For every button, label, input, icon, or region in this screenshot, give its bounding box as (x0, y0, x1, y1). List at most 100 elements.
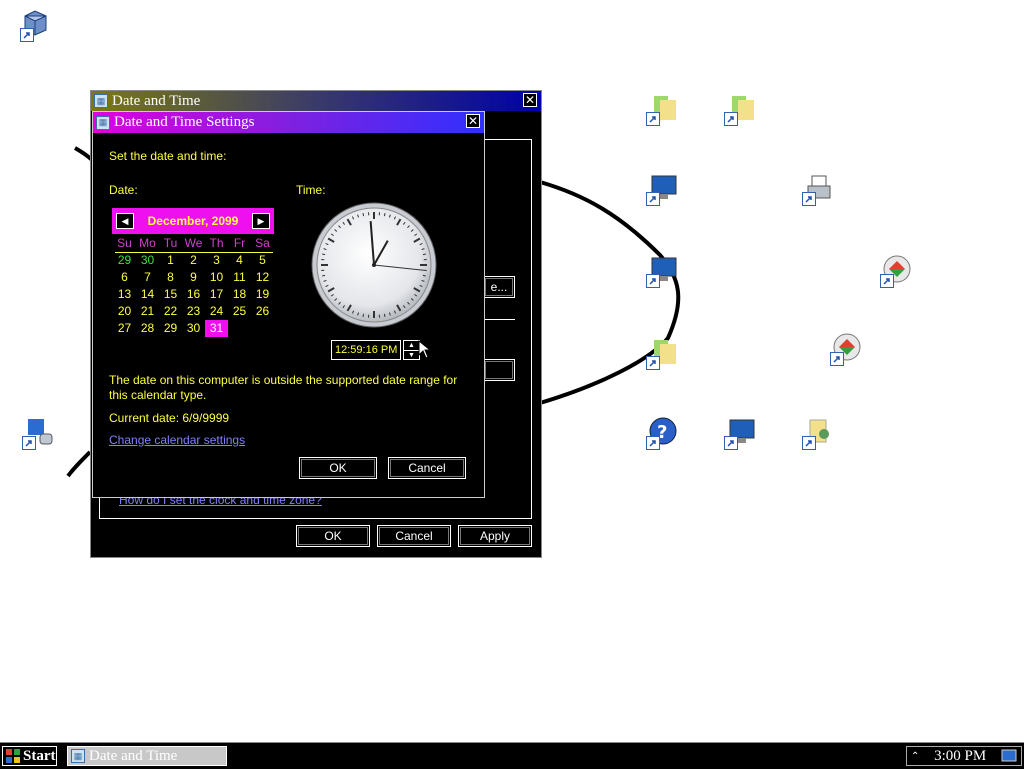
windows-update-icon[interactable] (880, 254, 914, 288)
calendar-day[interactable]: 10 (205, 269, 228, 286)
calendar-day[interactable]: 12 (251, 269, 274, 286)
date-range-warning: The date on this computer is outside the… (109, 373, 469, 403)
folder-shortcut-icon[interactable] (724, 92, 758, 126)
instruction-text: Set the date and time: (109, 149, 226, 163)
calendar-day[interactable]: 20 (113, 303, 136, 320)
virtualbox-icon[interactable] (20, 8, 54, 42)
calendar-day[interactable]: 1 (159, 252, 182, 269)
calendar-day[interactable]: 13 (113, 286, 136, 303)
tab-panel-border (99, 518, 532, 519)
calendar-day[interactable]: 7 (136, 269, 159, 286)
calendar-day[interactable]: 24 (205, 303, 228, 320)
calendar-day[interactable]: 5 (251, 252, 274, 269)
outer-titlebar[interactable]: ▦ Date and Time ✕ (91, 91, 541, 111)
calendar-day[interactable]: 8 (159, 269, 182, 286)
help-icon[interactable]: ? (646, 416, 680, 450)
calendar-day[interactable]: 18 (228, 286, 251, 303)
dialog-cancel-button[interactable]: Cancel (388, 457, 466, 479)
weekday-header: Mo (136, 235, 159, 252)
calendar-month-year[interactable]: December, 2099 (148, 214, 239, 228)
weekday-header: We (182, 235, 205, 252)
calendar-day[interactable]: 30 (136, 252, 159, 269)
weekday-header: Tu (159, 235, 182, 252)
weekday-header: Sa (251, 235, 274, 252)
taskbar: Start ▦ Date and Time ⌃ 3:00 PM (0, 742, 1024, 769)
calendar-week-row: 20212223242526 (113, 303, 275, 320)
outer-cancel-button[interactable]: Cancel (377, 525, 451, 547)
calendar-day[interactable]: 3 (205, 252, 228, 269)
user-folder-icon[interactable] (802, 416, 836, 450)
outer-close-button[interactable]: ✕ (523, 93, 537, 107)
spinner-down-icon[interactable]: ▼ (404, 351, 419, 360)
folder-shortcut-icon[interactable] (646, 92, 680, 126)
calendar-icon: ▦ (71, 749, 85, 763)
start-button[interactable]: Start (2, 746, 57, 766)
dialog-ok-button[interactable]: OK (299, 457, 377, 479)
next-month-button[interactable]: ▶ (252, 213, 270, 229)
calendar-day[interactable]: 15 (159, 286, 182, 303)
current-date-text: Current date: 6/9/9999 (109, 411, 229, 425)
taskbar-date-and-time-button[interactable]: ▦ Date and Time (67, 746, 227, 766)
calendar-header: ◀ December, 2099 ▶ (112, 208, 274, 234)
calendar-day[interactable]: 14 (136, 286, 159, 303)
outer-ok-button[interactable]: OK (296, 525, 370, 547)
windows-update-icon[interactable] (830, 332, 864, 366)
calendar-day[interactable]: 4 (228, 252, 251, 269)
calendar-day[interactable]: 26 (251, 303, 274, 320)
tab-panel-border (531, 139, 532, 519)
calendar-day[interactable]: 30 (182, 320, 205, 337)
calendar-day[interactable]: 19 (251, 286, 274, 303)
computer-shortcut-icon[interactable] (724, 416, 758, 450)
calendar-day[interactable]: 23 (182, 303, 205, 320)
dialog-titlebar[interactable]: ▦ Date and Time Settings ✕ (93, 112, 484, 133)
calendar-day[interactable]: 28 (136, 320, 159, 337)
clock-tick (423, 254, 426, 255)
time-input[interactable]: 12:59:16 PM (331, 340, 401, 360)
calendar-day[interactable]: 6 (113, 269, 136, 286)
calendar-day[interactable]: 21 (136, 303, 159, 320)
change-date-time-button[interactable]: e... (483, 276, 515, 298)
calendar-day[interactable]: 29 (159, 320, 182, 337)
previous-month-button[interactable]: ◀ (116, 213, 134, 229)
weekday-divider (115, 252, 273, 253)
calendar-grid: SuMoTuWeThFrSa29301234567891011121314151… (113, 235, 275, 337)
calendar-day[interactable]: 17 (205, 286, 228, 303)
clock-tick (423, 275, 426, 276)
taskbar-clock[interactable]: 3:00 PM (934, 748, 986, 765)
spinner-up-icon[interactable]: ▲ (404, 341, 419, 351)
computer-shortcut-icon[interactable] (646, 172, 680, 206)
time-value: 12:59:16 PM (335, 344, 397, 356)
folder-shortcut-icon[interactable] (646, 336, 680, 370)
show-hidden-icons-icon[interactable]: ⌃ (911, 751, 919, 762)
calendar-icon: ▦ (96, 116, 110, 130)
calendar-day[interactable]: 11 (228, 269, 251, 286)
calendar-day[interactable]: 31 (205, 320, 228, 337)
dialog-close-button[interactable]: ✕ (466, 114, 480, 128)
tab-panel-border (483, 139, 531, 140)
computer-shortcut-icon[interactable] (646, 254, 680, 288)
clock-tick (363, 213, 364, 216)
calendar-day[interactable]: 2 (182, 252, 205, 269)
calendar-week-row: 2728293031 (113, 320, 275, 337)
change-time-zone-button[interactable] (483, 359, 515, 381)
printer-shortcut-icon[interactable] (802, 172, 836, 206)
calendar-day[interactable]: 16 (182, 286, 205, 303)
clock-tick (384, 314, 385, 317)
analog-clock (309, 200, 439, 330)
calendar-day[interactable]: 29 (113, 252, 136, 269)
clock-tick (363, 314, 364, 317)
show-desktop-icon[interactable] (1001, 749, 1017, 763)
calendar-day[interactable]: 25 (228, 303, 251, 320)
calendar-week-row: 13141516171819 (113, 286, 275, 303)
outer-apply-button[interactable]: Apply (458, 525, 532, 547)
calendar-day[interactable]: 27 (113, 320, 136, 337)
calendar-day[interactable]: 22 (159, 303, 182, 320)
weekday-header: Th (205, 235, 228, 252)
calendar-day (228, 320, 251, 337)
calendar-day[interactable]: 9 (182, 269, 205, 286)
network-drive-icon[interactable] (22, 416, 56, 450)
change-calendar-settings-link[interactable]: Change calendar settings (109, 433, 245, 447)
calendar-day (251, 320, 274, 337)
windows-logo-icon (5, 748, 21, 764)
calendar-week-row: 293012345 (113, 252, 275, 269)
